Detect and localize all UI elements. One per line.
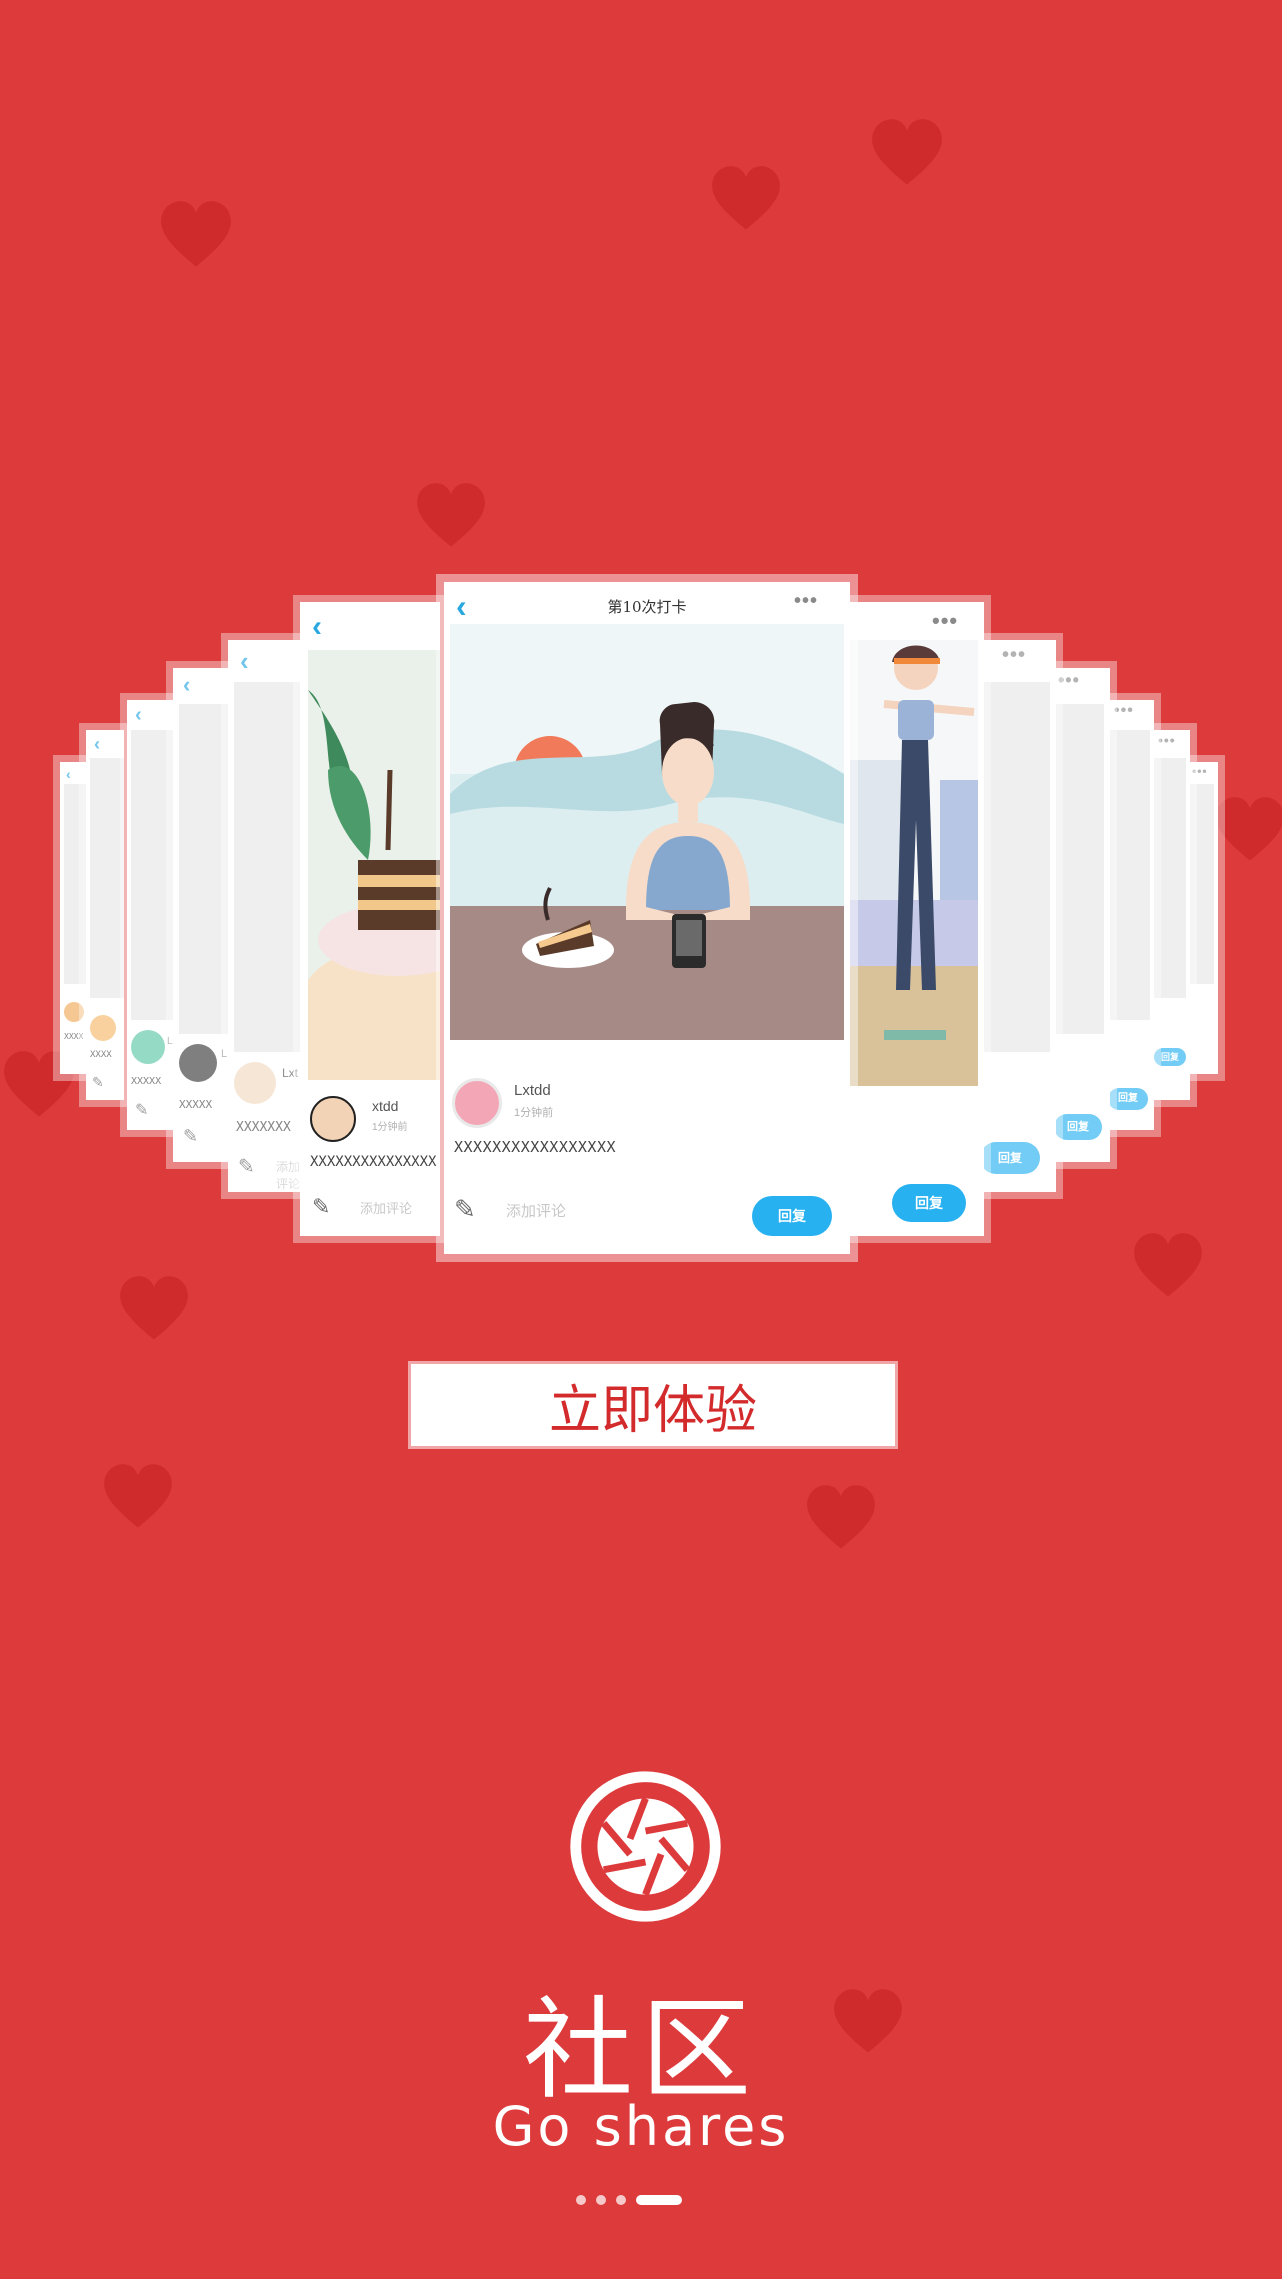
heart-icon: [830, 1988, 906, 2054]
card-title: 第10次打卡: [607, 598, 687, 616]
post-time: 1分钟前: [372, 1122, 408, 1133]
reply-button[interactable]: 回复: [892, 1184, 966, 1222]
preview-card-left-2[interactable]: ‹ Lxt XXXXXXX ✎ 添加评论: [228, 640, 308, 1192]
heart-icon: [116, 1275, 192, 1341]
heart-icon: [1130, 1232, 1206, 1298]
page-dot[interactable]: [616, 2195, 626, 2205]
heart-icon: [413, 482, 489, 548]
fitness-illustration: [844, 640, 978, 1086]
chevron-left-icon: ‹: [312, 610, 322, 643]
heart-icon: [803, 1484, 879, 1550]
camera-aperture-icon: [568, 1769, 723, 1924]
preview-card-main[interactable]: ‹ 第10次打卡 ••• Lxtdd 1分钟前 XXXXXXXXXXXXXXXX…: [444, 582, 850, 1254]
cake-illustration: [308, 650, 440, 1080]
comment-placeholder[interactable]: 添加评论: [360, 1198, 412, 1217]
preview-card-right-2[interactable]: ••• 回复: [976, 640, 1056, 1192]
more-dots-icon[interactable]: •••: [794, 590, 818, 613]
preview-card-right-1[interactable]: ••• 回复: [844, 602, 984, 1236]
page-dot[interactable]: [576, 2195, 586, 2205]
brand-subtitle: Go shares: [492, 2095, 790, 2158]
post-body: XXXXXXXXXXXXXXX: [310, 1154, 437, 1170]
preview-card-right-3[interactable]: ••• 回复: [1050, 668, 1110, 1162]
page-indicator: [576, 2194, 682, 2206]
avatar: [452, 1078, 502, 1128]
post-illustration: [450, 624, 844, 1040]
guide-screen: ‹ XXXX ‹ XXXX ✎ ‹ L XXXXX ✎ ‹ L XXXXX ✎ …: [0, 0, 1282, 2279]
heart-icon: [100, 1463, 176, 1529]
pen-icon[interactable]: ✎: [312, 1194, 330, 1220]
heart-icon: [708, 165, 784, 231]
try-now-button[interactable]: 立即体验: [408, 1361, 898, 1449]
preview-card-left-1[interactable]: ‹ xtdd 1分钟前 XXXXXXXXXXXXXXX ✎ 添加评论: [300, 602, 440, 1236]
avatar: [310, 1096, 356, 1142]
page-dot-active[interactable]: [636, 2195, 682, 2205]
preview-card-right-6[interactable]: •••: [1188, 762, 1218, 1074]
preview-card-right-5[interactable]: ••• 回复: [1152, 730, 1190, 1100]
preview-card-left-5[interactable]: ‹ XXXX ✎: [86, 730, 124, 1100]
heart-icon: [1212, 796, 1282, 862]
heart-icon: [868, 118, 946, 186]
pen-icon[interactable]: ✎: [454, 1194, 476, 1225]
page-dot[interactable]: [596, 2195, 606, 2205]
username: Lxtdd: [514, 1082, 551, 1099]
more-dots-icon[interactable]: •••: [932, 608, 958, 634]
preview-card-right-4[interactable]: ••• 回复: [1106, 700, 1154, 1130]
preview-card-left-3[interactable]: ‹ L XXXXX ✎: [173, 668, 233, 1162]
heart-icon: [157, 200, 235, 268]
reply-button[interactable]: 回复: [752, 1196, 832, 1236]
comment-placeholder[interactable]: 添加评论: [506, 1200, 566, 1221]
username: xtdd: [372, 1098, 399, 1114]
post-body: XXXXXXXXXXXXXXXXX: [454, 1138, 617, 1156]
post-time: 1分钟前: [514, 1107, 554, 1119]
preview-card-left-4[interactable]: ‹ L XXXXX ✎: [127, 700, 175, 1130]
